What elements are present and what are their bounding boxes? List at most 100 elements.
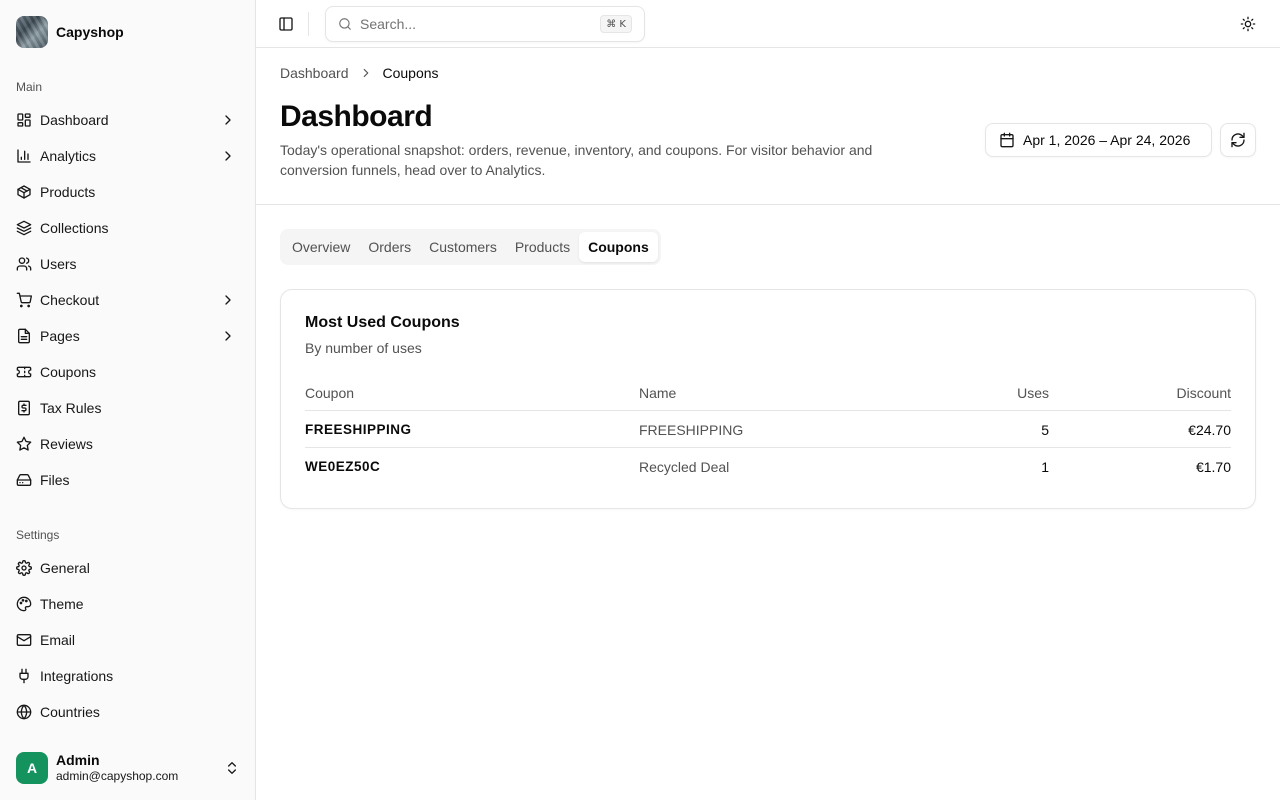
breadcrumb: Dashboard Coupons — [280, 65, 439, 81]
sidebar: Capyshop Main Dashboard Analytics Produc… — [0, 0, 256, 800]
section-label-settings: Settings — [16, 528, 60, 542]
tab-products[interactable]: Products — [506, 232, 579, 262]
sidebar-item-general[interactable]: General — [8, 552, 248, 584]
package-icon — [16, 184, 32, 200]
sidebar-item-analytics[interactable]: Analytics — [8, 140, 248, 172]
plug-icon — [16, 668, 32, 684]
cart-icon — [16, 292, 32, 308]
sidebar-item-email[interactable]: Email — [8, 624, 248, 656]
star-icon — [16, 436, 32, 452]
sidebar-item-label: Dashboard — [40, 112, 109, 128]
bar-chart-icon — [16, 148, 32, 164]
breadcrumb-link-dashboard[interactable]: Dashboard — [280, 65, 349, 81]
table-header-row: Coupon Name Uses Discount — [305, 374, 1231, 411]
sidebar-item-checkout[interactable]: Checkout — [8, 284, 248, 316]
user-name: Admin — [56, 752, 100, 768]
tab-orders[interactable]: Orders — [359, 232, 420, 262]
user-menu[interactable]: A Admin admin@capyshop.com — [16, 752, 240, 784]
sidebar-item-integrations[interactable]: Integrations — [8, 660, 248, 692]
sidebar-item-label: Users — [40, 256, 77, 272]
date-range-button[interactable]: Apr 1, 2026 – Apr 24, 2026 — [985, 123, 1212, 157]
sidebar-item-pages[interactable]: Pages — [8, 320, 248, 352]
coupon-discount: €24.70 — [1188, 421, 1231, 438]
users-icon — [16, 256, 32, 272]
sidebar-item-label: Integrations — [40, 668, 114, 684]
sidebar-item-label: Checkout — [40, 292, 100, 308]
sidebar-item-label: Email — [40, 632, 76, 648]
coupon-code: FREESHIPPING — [305, 422, 412, 437]
brand-name: Capyshop — [56, 24, 124, 40]
most-used-coupons-card: Most Used Coupons By number of uses Coup… — [280, 289, 1256, 509]
header-divider — [256, 204, 1280, 205]
chevron-right-icon — [220, 112, 236, 128]
gear-icon — [16, 560, 32, 576]
coupon-uses: 1 — [1041, 458, 1049, 475]
breadcrumb-current: Coupons — [382, 65, 439, 81]
dashboard-icon — [16, 112, 32, 128]
column-header-name: Name — [639, 384, 677, 401]
sidebar-item-reviews[interactable]: Reviews — [8, 428, 248, 460]
sidebar-item-coupons[interactable]: Coupons — [8, 356, 248, 388]
refresh-icon — [1230, 132, 1246, 148]
sidebar-item-label: Products — [40, 184, 96, 200]
sidebar-item-label: Reviews — [40, 436, 93, 452]
hard-drive-icon — [16, 472, 32, 488]
sidebar-item-products[interactable]: Products — [8, 176, 248, 208]
user-email: admin@capyshop.com — [56, 769, 179, 783]
search-icon — [338, 17, 352, 31]
chevron-right-icon — [220, 328, 236, 344]
sidebar-item-tax-rules[interactable]: Tax Rules — [8, 392, 248, 424]
sidebar-item-dashboard[interactable]: Dashboard — [8, 104, 248, 136]
sidebar-item-label: Files — [40, 472, 70, 488]
palette-icon — [16, 596, 32, 612]
chevron-right-icon — [220, 292, 236, 308]
sidebar-item-label: Countries — [40, 704, 100, 720]
avatar: A — [16, 752, 48, 784]
chevrons-up-down-icon — [224, 760, 240, 776]
user-info: Admin admin@capyshop.com — [56, 752, 178, 784]
sun-icon[interactable] — [1240, 16, 1256, 32]
column-header-coupon: Coupon — [305, 384, 355, 401]
dollar-receipt-icon — [16, 400, 32, 416]
sidebar-item-files[interactable]: Files — [8, 464, 248, 496]
sidebar-item-theme[interactable]: Theme — [8, 588, 248, 620]
card-title: Most Used Coupons — [305, 314, 460, 331]
table-row[interactable]: WE0EZ50C Recycled Deal 1 €1.70 — [305, 448, 1231, 485]
coupon-uses: 5 — [1041, 421, 1049, 438]
refresh-button[interactable] — [1220, 123, 1256, 157]
sidebar-item-label: Collections — [40, 220, 109, 236]
page-title: Dashboard — [280, 100, 433, 133]
date-range-label: Apr 1, 2026 – Apr 24, 2026 — [1023, 132, 1191, 148]
brand[interactable]: Capyshop — [16, 16, 124, 48]
sidebar-item-label: General — [40, 560, 90, 576]
sidebar-item-users[interactable]: Users — [8, 248, 248, 280]
search-input[interactable]: Search... ⌘ K — [325, 6, 645, 42]
sidebar-item-label: Tax Rules — [40, 400, 102, 416]
coupon-code: WE0EZ50C — [305, 459, 381, 474]
column-header-discount: Discount — [1176, 384, 1231, 401]
topbar: Search... ⌘ K — [256, 0, 1280, 48]
tab-coupons[interactable]: Coupons — [579, 232, 658, 262]
chevron-right-icon — [220, 148, 236, 164]
sidebar-item-label: Pages — [40, 328, 80, 344]
coupon-name: FREESHIPPING — [639, 421, 744, 438]
tab-customers[interactable]: Customers — [420, 232, 506, 262]
chevron-right-icon — [359, 66, 373, 80]
sidebar-item-label: Analytics — [40, 148, 97, 164]
table-row[interactable]: FREESHIPPING FREESHIPPING 5 €24.70 — [305, 411, 1231, 448]
card-subtitle: By number of uses — [305, 340, 422, 356]
calendar-icon — [999, 132, 1015, 148]
page-description: Today's operational snapshot: orders, re… — [280, 142, 873, 178]
sidebar-item-countries[interactable]: Countries — [8, 696, 248, 728]
sidebar-item-label: Theme — [40, 596, 84, 612]
globe-icon — [16, 704, 32, 720]
coupon-name: Recycled Deal — [639, 458, 730, 475]
sidebar-item-collections[interactable]: Collections — [8, 212, 248, 244]
ticket-icon — [16, 364, 32, 380]
column-header-uses: Uses — [1017, 384, 1049, 401]
brand-logo — [16, 16, 48, 48]
layers-icon — [16, 220, 32, 236]
sidebar-toggle-icon[interactable] — [278, 16, 294, 32]
tab-overview[interactable]: Overview — [283, 232, 359, 262]
tab-list: Overview Orders Customers Products Coupo… — [280, 229, 661, 265]
